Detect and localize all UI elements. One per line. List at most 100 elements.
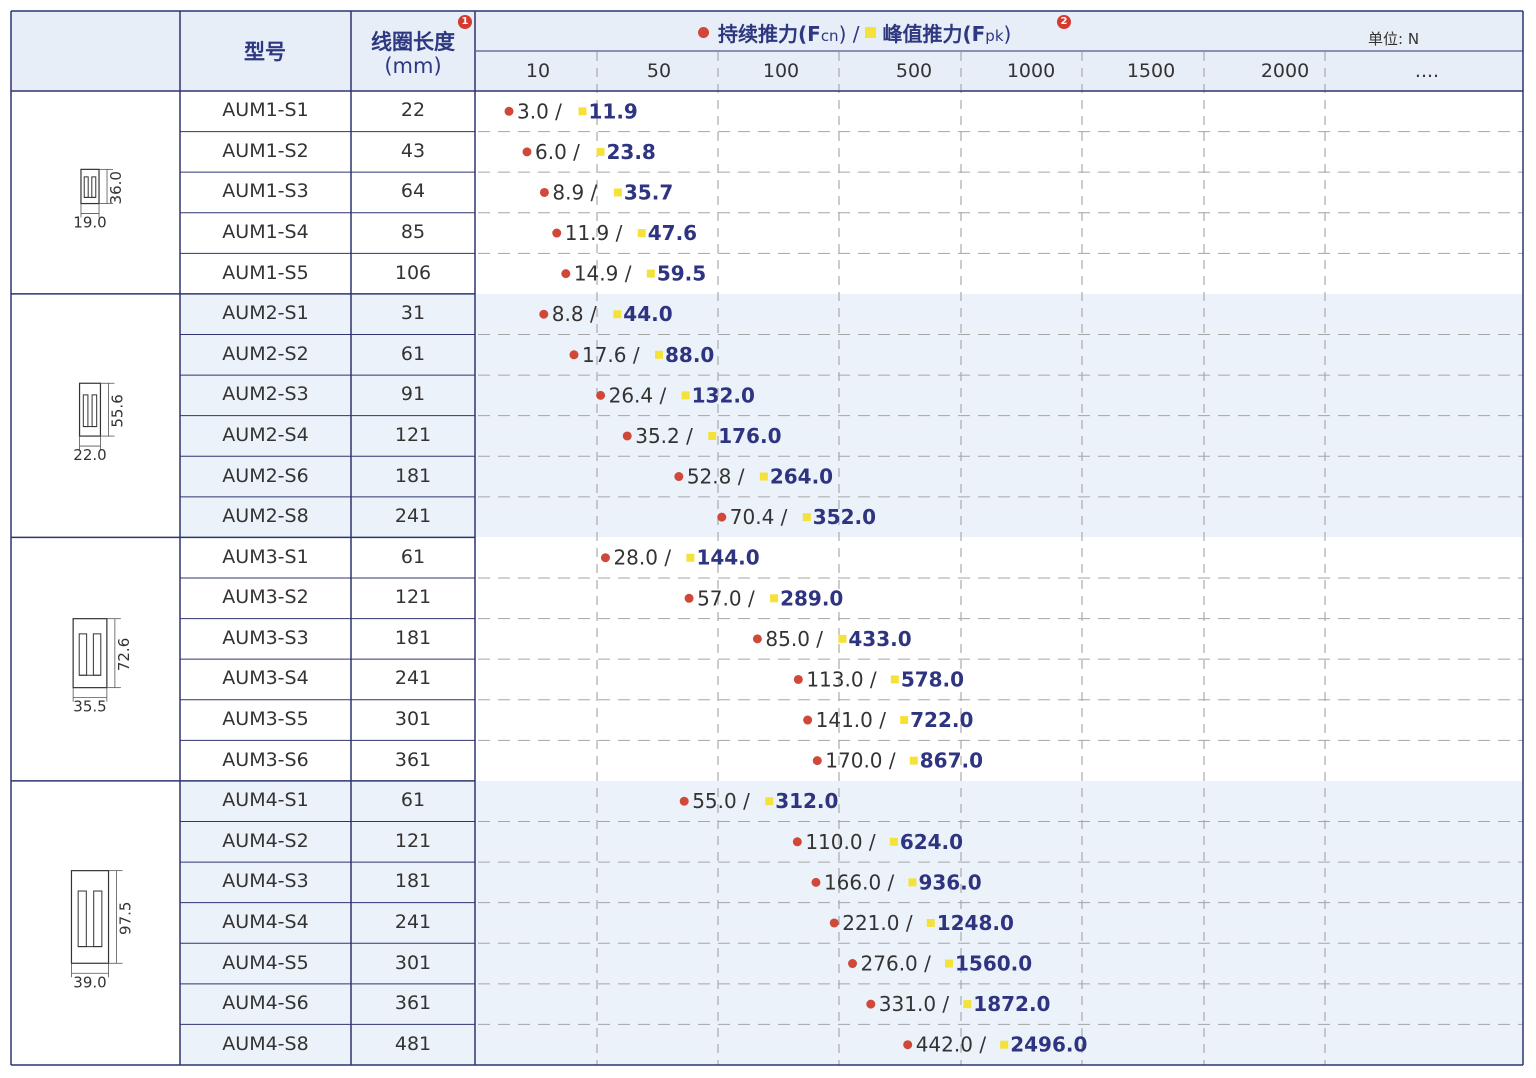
peak-thrust-point — [889, 837, 898, 846]
peak-thrust-label: 936.0 — [918, 870, 981, 894]
peak-thrust-label: 1872.0 — [973, 992, 1050, 1016]
continuous-thrust-label: 141.0 / — [816, 708, 887, 732]
peak-thrust-label: 47.6 — [648, 221, 697, 245]
peak-thrust-label: 176.0 — [718, 424, 781, 448]
peak-thrust-point — [646, 269, 655, 278]
peak-thrust-point — [802, 513, 811, 522]
coil-length-cell: 361 — [394, 748, 432, 771]
peak-thrust-label: 132.0 — [692, 383, 755, 407]
continuous-thrust-point — [539, 309, 549, 319]
unit-label: 单位: N — [1368, 30, 1420, 48]
continuous-thrust-point — [803, 715, 813, 725]
peak-thrust-point — [770, 594, 779, 603]
peak-thrust-label: 867.0 — [920, 749, 983, 773]
peak-thrust-label: 23.8 — [607, 140, 656, 164]
coil-length-cell: 181 — [394, 626, 432, 649]
continuous-thrust-point — [569, 350, 579, 360]
peak-thrust-label: 11.9 — [589, 99, 638, 123]
continuous-thrust-point — [792, 837, 802, 847]
coil-length-cell: 61 — [400, 342, 426, 365]
model-cell: AUM3-S3 — [222, 626, 309, 649]
x-tick-label: 10 — [525, 60, 551, 82]
continuous-thrust-label: 8.9 / — [552, 180, 597, 204]
continuous-thrust-label: 28.0 / — [613, 546, 671, 570]
coil-length-cell: 43 — [400, 139, 426, 162]
coil-length-cell: 301 — [394, 708, 432, 731]
x-tick-label: 2000 — [1260, 60, 1310, 82]
coil-length-cell: 181 — [394, 464, 432, 487]
coil-length-cell: 64 — [400, 180, 426, 203]
peak-thrust-point — [765, 797, 774, 806]
coil-length-cell: 61 — [400, 789, 426, 812]
coil-length-cell: 91 — [400, 383, 426, 406]
peak-square-icon — [865, 27, 877, 38]
peak-thrust-label: 433.0 — [848, 627, 911, 651]
peak-thrust-point — [900, 716, 909, 725]
coil-length-header: 线圈长度 — [371, 30, 455, 54]
x-tick-label: 1500 — [1126, 60, 1176, 82]
continuous-thrust-label: 110.0 / — [805, 830, 876, 854]
continuous-thrust-label: 166.0 / — [824, 870, 895, 894]
continuous-thrust-point — [866, 999, 876, 1009]
continuous-thrust-label: 170.0 / — [825, 749, 896, 773]
note-badge-2: 2 — [1057, 15, 1071, 29]
legend-close: ) — [1003, 22, 1012, 46]
peak-thrust-label: 1248.0 — [937, 911, 1014, 935]
peak-thrust-point — [613, 310, 622, 319]
model-cell: AUM1-S5 — [222, 261, 309, 284]
continuous-thrust-label: 276.0 / — [861, 952, 932, 976]
continuous-thrust-point — [596, 390, 606, 400]
x-tick-label: 100 — [762, 60, 800, 82]
model-cell: AUM2-S2 — [222, 342, 309, 365]
peak-thrust-label: 2496.0 — [1010, 1033, 1087, 1057]
peak-thrust-point — [926, 918, 935, 927]
continuous-thrust-label: 331.0 / — [879, 992, 950, 1016]
profile-width-dimension: 22.0 — [73, 446, 106, 464]
x-tick-label: .... — [1414, 60, 1440, 82]
peak-thrust-label: 144.0 — [696, 546, 759, 570]
model-cell: AUM1-S2 — [222, 139, 309, 162]
profile-height-dimension: 55.6 — [108, 394, 126, 427]
peak-thrust-label: 59.5 — [657, 262, 706, 286]
continuous-thrust-label: 3.0 / — [517, 99, 562, 123]
coil-length-cell: 361 — [394, 992, 432, 1015]
peak-thrust-label: 35.7 — [624, 180, 673, 204]
legend-peak-label: 峰值推力(F — [882, 22, 986, 46]
model-cell: AUM2-S3 — [222, 383, 309, 406]
peak-thrust-point — [759, 472, 768, 481]
model-cell: AUM2-S6 — [222, 464, 309, 487]
chart-legend: 持续推力(Fcn) / 峰值推力(Fpk) — [698, 18, 1011, 47]
continuous-thrust-label: 113.0 / — [806, 667, 877, 691]
continuous-thrust-label: 85.0 / — [765, 627, 823, 651]
peak-thrust-point — [945, 959, 954, 968]
model-cell: AUM4-S4 — [222, 910, 309, 933]
continuous-thrust-point — [504, 106, 514, 116]
continuous-thrust-label: 57.0 / — [697, 586, 755, 610]
peak-thrust-label: 289.0 — [780, 586, 843, 610]
continuous-thrust-label: 442.0 / — [916, 1033, 987, 1057]
coil-length-cell: 181 — [394, 870, 432, 893]
thrust-spec-table: 3.0 / 11.9 6.0 / 23.8 8.9 / 35.7 11.9 / 47.6 14.… — [0, 0, 1536, 1078]
continuous-dot-icon — [698, 27, 709, 38]
peak-thrust-label: 578.0 — [901, 667, 964, 691]
peak-thrust-label: 312.0 — [775, 789, 838, 813]
peak-thrust-point — [613, 188, 622, 197]
model-cell: AUM3-S1 — [222, 545, 309, 568]
model-cell: AUM4-S2 — [222, 829, 309, 852]
continuous-thrust-label: 11.9 / — [565, 221, 623, 245]
model-cell: AUM2-S1 — [222, 302, 309, 325]
continuous-thrust-label: 55.0 / — [692, 789, 750, 813]
peak-thrust-label: 624.0 — [900, 830, 963, 854]
motor-profile-icon — [72, 618, 121, 702]
coil-length-cell: 121 — [394, 423, 432, 446]
peak-thrust-label: 264.0 — [770, 465, 833, 489]
peak-thrust-point — [654, 350, 663, 359]
continuous-thrust-label: 26.4 / — [609, 383, 667, 407]
peak-thrust-point — [708, 431, 717, 440]
model-cell: AUM2-S4 — [222, 423, 309, 446]
peak-thrust-label: 44.0 — [623, 302, 672, 326]
coil-length-cell: 241 — [394, 910, 432, 933]
profile-height-dimension: 36.0 — [107, 171, 125, 204]
model-cell: AUM1-S1 — [222, 99, 309, 122]
peak-thrust-point — [686, 553, 695, 562]
